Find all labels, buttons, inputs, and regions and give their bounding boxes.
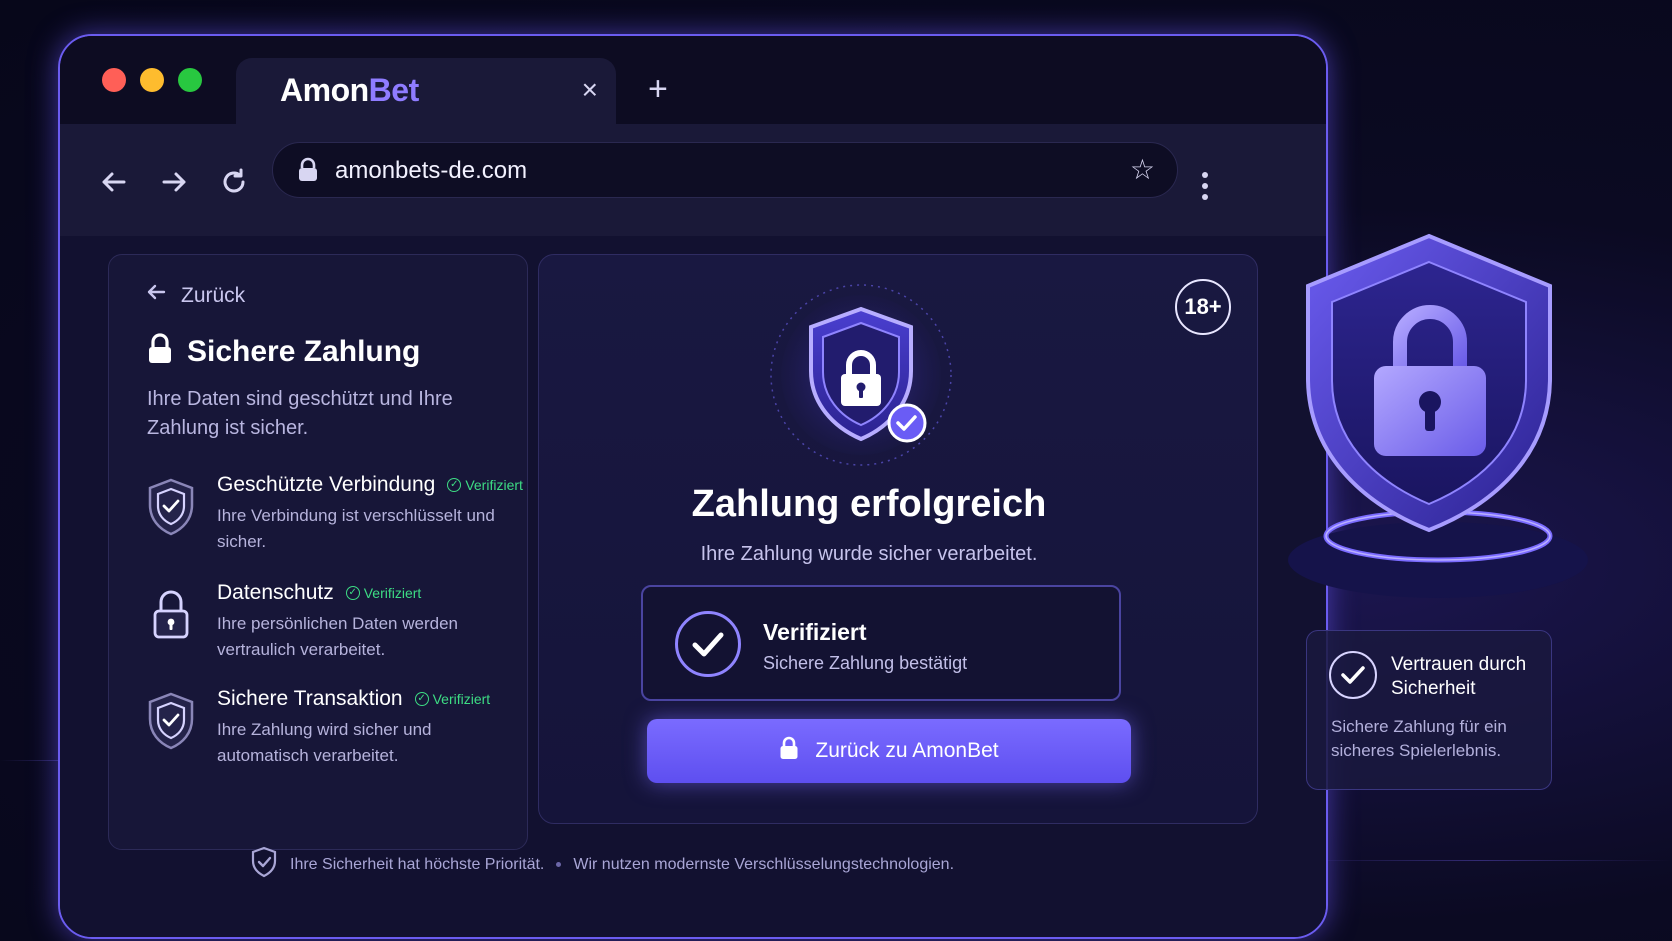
feature-name: Datenschutz [217,581,334,604]
floor-glow-line [1290,860,1672,861]
feature-header: Geschützte Verbindung ✓ Verifiziert [217,473,523,497]
trust-card-title: Vertrauen durch Sicherheit [1391,654,1527,699]
tab-bar: AmonBet × + [60,36,1326,128]
new-tab-button[interactable]: + [648,72,668,106]
verified-badge: ✓ Verifiziert [447,477,523,493]
trust-card: Vertrauen durch Sicherheit Sichere Zahlu… [1306,630,1552,790]
padlock-icon [147,333,173,370]
shield-check-icon [250,846,278,883]
feature-description: Ihre Verbindung ist verschlüsselt und si… [217,506,495,551]
return-to-amonbet-button[interactable]: Zurück zu AmonBet [647,719,1131,783]
back-arrow-icon[interactable] [96,164,132,200]
check-circle-icon: ✓ [447,478,462,492]
footer-note-encryption: Wir nutzen modernste Verschlüsselungstec… [573,855,955,873]
shield-check-icon [145,477,197,537]
brand-name-part1: Amon [280,72,369,108]
tab-title: AmonBet [280,72,419,109]
separator-dot [556,862,562,867]
url-text[interactable]: amonbets-de.com [335,157,527,185]
large-shield-lock-icon [1304,230,1574,550]
panel-subtitle: Ihre Daten sind geschützt und Ihre Zahlu… [147,388,453,439]
shield-check-icon [145,691,197,751]
verification-subtitle: Sichere Zahlung bestätigt [763,653,968,673]
back-link[interactable]: Zurück [145,281,245,310]
feature-name: Sichere Transaktion [217,687,403,710]
close-tab-icon[interactable]: × [582,74,598,106]
padlock-icon [779,736,799,766]
return-button-label: Zurück zu AmonBet [815,739,999,762]
check-circle-icon [675,611,741,677]
security-info-panel: Zurück Sichere Zahlung Ihre Daten sind g… [108,254,528,850]
browser-window: AmonBet × + amonbets-de.com ☆ Zurück Sic… [58,34,1328,939]
address-bar[interactable]: amonbets-de.com ☆ [272,142,1178,198]
verification-title: Verifiziert [763,619,867,645]
arrow-left-icon [145,281,167,310]
browser-toolbar: amonbets-de.com ☆ [60,124,1326,236]
payment-status-panel: 18+ Zahlung erfolgreich Ihre Zahlung wur… [538,254,1258,824]
feature-name: Geschützte Verbindung [217,473,436,496]
feature-description: Ihre Zahlung wird sicher und automatisch… [217,720,432,765]
reload-icon[interactable] [216,164,252,200]
feature-header: Sichere Transaktion ✓ Verifiziert [217,687,490,711]
stage: AmonBet × + amonbets-de.com ☆ Zurück Sic… [0,0,1672,941]
verified-badge: ✓ Verifiziert [345,585,422,601]
check-circle-icon [1329,651,1377,699]
minimize-window-button[interactable] [140,68,164,92]
shield-lock-icon [761,279,961,479]
menu-kebab-icon[interactable] [1202,172,1208,205]
forward-arrow-icon[interactable] [156,164,192,200]
panel-title-text: Sichere Zahlung [187,334,421,368]
age-restriction-badge: 18+ [1175,279,1231,335]
payment-success-subtitle: Ihre Zahlung wurde sicher verarbeitet. [700,543,1038,565]
back-label: Zurück [181,283,246,307]
trust-card-subtitle: Sichere Zahlung für ein sicheres Spieler… [1331,717,1507,760]
panel-title: Sichere Zahlung [147,333,420,370]
check-circle-icon: ✓ [414,692,429,706]
payment-success-title: Zahlung erfolgreich [691,483,1047,525]
security-footer-note: Ihre Sicherheit hat höchste Priorität. W… [250,846,954,883]
check-circle-icon: ✓ [345,586,360,600]
lock-icon [297,157,319,188]
padlock-icon [145,585,197,645]
footer-note-priority: Ihre Sicherheit hat höchste Priorität. [290,855,545,873]
feature-header: Datenschutz ✓ Verifiziert [217,581,421,605]
brand-name-part2: Bet [368,72,420,108]
verification-card: Verifiziert Sichere Zahlung bestätigt [641,585,1121,701]
tab-amonbet[interactable]: AmonBet × [236,58,616,128]
verified-badge-label: Verifiziert [363,585,422,601]
bookmark-star-icon[interactable]: ☆ [1130,153,1155,186]
feature-description: Ihre persönlichen Daten werden vertrauli… [217,614,458,659]
page-content: Zurück Sichere Zahlung Ihre Daten sind g… [60,236,1326,937]
maximize-window-button[interactable] [178,68,202,92]
verified-badge-label: Verifiziert [465,477,523,493]
verified-badge: ✓ Verifiziert [414,691,491,707]
verified-badge-label: Verifiziert [432,691,491,707]
close-window-button[interactable] [102,68,126,92]
